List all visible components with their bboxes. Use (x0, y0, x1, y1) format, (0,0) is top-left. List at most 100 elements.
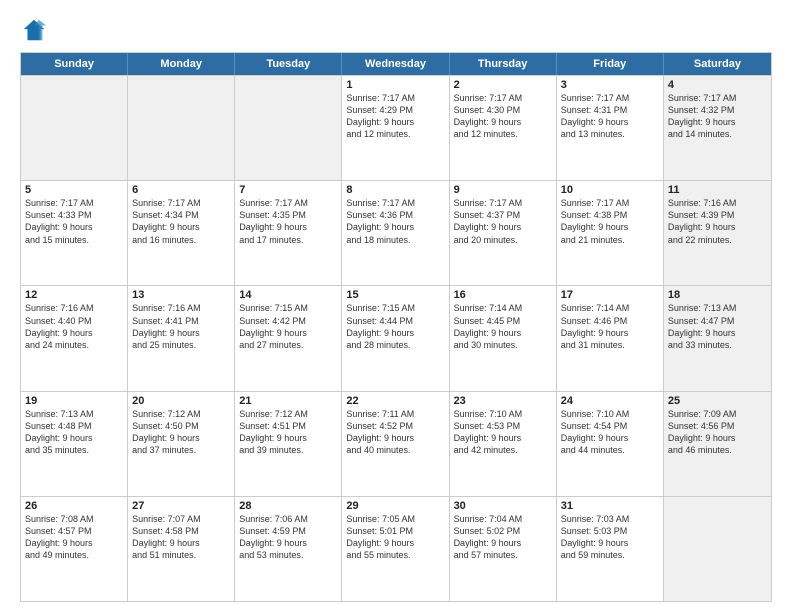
day-number: 14 (239, 289, 337, 301)
day-number: 28 (239, 500, 337, 512)
table-row (235, 76, 342, 180)
table-row: 30Sunrise: 7:04 AM Sunset: 5:02 PM Dayli… (450, 497, 557, 601)
day-info: Sunrise: 7:17 AM Sunset: 4:29 PM Dayligh… (346, 92, 444, 141)
day-number: 15 (346, 289, 444, 301)
calendar-header-monday: Monday (128, 53, 235, 75)
day-number: 3 (561, 79, 659, 91)
day-info: Sunrise: 7:04 AM Sunset: 5:02 PM Dayligh… (454, 513, 552, 562)
day-info: Sunrise: 7:16 AM Sunset: 4:39 PM Dayligh… (668, 197, 767, 246)
day-number: 11 (668, 184, 767, 196)
day-number: 5 (25, 184, 123, 196)
table-row: 13Sunrise: 7:16 AM Sunset: 4:41 PM Dayli… (128, 286, 235, 390)
day-info: Sunrise: 7:06 AM Sunset: 4:59 PM Dayligh… (239, 513, 337, 562)
table-row: 12Sunrise: 7:16 AM Sunset: 4:40 PM Dayli… (21, 286, 128, 390)
day-number: 6 (132, 184, 230, 196)
day-info: Sunrise: 7:14 AM Sunset: 4:45 PM Dayligh… (454, 302, 552, 351)
table-row: 20Sunrise: 7:12 AM Sunset: 4:50 PM Dayli… (128, 392, 235, 496)
calendar-header-wednesday: Wednesday (342, 53, 449, 75)
calendar-header-thursday: Thursday (450, 53, 557, 75)
day-number: 2 (454, 79, 552, 91)
day-info: Sunrise: 7:15 AM Sunset: 4:42 PM Dayligh… (239, 302, 337, 351)
day-number: 19 (25, 395, 123, 407)
calendar-week-3: 12Sunrise: 7:16 AM Sunset: 4:40 PM Dayli… (21, 285, 771, 390)
day-info: Sunrise: 7:10 AM Sunset: 4:53 PM Dayligh… (454, 408, 552, 457)
day-number: 27 (132, 500, 230, 512)
day-number: 10 (561, 184, 659, 196)
day-info: Sunrise: 7:05 AM Sunset: 5:01 PM Dayligh… (346, 513, 444, 562)
day-info: Sunrise: 7:17 AM Sunset: 4:36 PM Dayligh… (346, 197, 444, 246)
table-row: 29Sunrise: 7:05 AM Sunset: 5:01 PM Dayli… (342, 497, 449, 601)
day-info: Sunrise: 7:16 AM Sunset: 4:40 PM Dayligh… (25, 302, 123, 351)
table-row (664, 497, 771, 601)
logo-icon (20, 16, 48, 44)
table-row: 14Sunrise: 7:15 AM Sunset: 4:42 PM Dayli… (235, 286, 342, 390)
calendar-header-sunday: Sunday (21, 53, 128, 75)
day-number: 13 (132, 289, 230, 301)
day-info: Sunrise: 7:07 AM Sunset: 4:58 PM Dayligh… (132, 513, 230, 562)
day-info: Sunrise: 7:12 AM Sunset: 4:50 PM Dayligh… (132, 408, 230, 457)
day-number: 17 (561, 289, 659, 301)
table-row: 27Sunrise: 7:07 AM Sunset: 4:58 PM Dayli… (128, 497, 235, 601)
table-row: 25Sunrise: 7:09 AM Sunset: 4:56 PM Dayli… (664, 392, 771, 496)
day-info: Sunrise: 7:17 AM Sunset: 4:30 PM Dayligh… (454, 92, 552, 141)
day-info: Sunrise: 7:16 AM Sunset: 4:41 PM Dayligh… (132, 302, 230, 351)
page-header (20, 16, 772, 44)
day-number: 8 (346, 184, 444, 196)
day-info: Sunrise: 7:13 AM Sunset: 4:48 PM Dayligh… (25, 408, 123, 457)
table-row: 19Sunrise: 7:13 AM Sunset: 4:48 PM Dayli… (21, 392, 128, 496)
table-row: 8Sunrise: 7:17 AM Sunset: 4:36 PM Daylig… (342, 181, 449, 285)
calendar-week-4: 19Sunrise: 7:13 AM Sunset: 4:48 PM Dayli… (21, 391, 771, 496)
day-number: 21 (239, 395, 337, 407)
day-info: Sunrise: 7:08 AM Sunset: 4:57 PM Dayligh… (25, 513, 123, 562)
day-info: Sunrise: 7:03 AM Sunset: 5:03 PM Dayligh… (561, 513, 659, 562)
table-row: 7Sunrise: 7:17 AM Sunset: 4:35 PM Daylig… (235, 181, 342, 285)
table-row (128, 76, 235, 180)
calendar-header: SundayMondayTuesdayWednesdayThursdayFrid… (21, 53, 771, 75)
day-info: Sunrise: 7:17 AM Sunset: 4:31 PM Dayligh… (561, 92, 659, 141)
day-number: 16 (454, 289, 552, 301)
table-row: 31Sunrise: 7:03 AM Sunset: 5:03 PM Dayli… (557, 497, 664, 601)
table-row: 1Sunrise: 7:17 AM Sunset: 4:29 PM Daylig… (342, 76, 449, 180)
table-row: 10Sunrise: 7:17 AM Sunset: 4:38 PM Dayli… (557, 181, 664, 285)
day-number: 30 (454, 500, 552, 512)
table-row: 28Sunrise: 7:06 AM Sunset: 4:59 PM Dayli… (235, 497, 342, 601)
table-row: 26Sunrise: 7:08 AM Sunset: 4:57 PM Dayli… (21, 497, 128, 601)
day-number: 31 (561, 500, 659, 512)
day-number: 26 (25, 500, 123, 512)
day-number: 22 (346, 395, 444, 407)
table-row: 9Sunrise: 7:17 AM Sunset: 4:37 PM Daylig… (450, 181, 557, 285)
table-row: 11Sunrise: 7:16 AM Sunset: 4:39 PM Dayli… (664, 181, 771, 285)
day-info: Sunrise: 7:17 AM Sunset: 4:35 PM Dayligh… (239, 197, 337, 246)
day-info: Sunrise: 7:14 AM Sunset: 4:46 PM Dayligh… (561, 302, 659, 351)
day-info: Sunrise: 7:15 AM Sunset: 4:44 PM Dayligh… (346, 302, 444, 351)
table-row: 6Sunrise: 7:17 AM Sunset: 4:34 PM Daylig… (128, 181, 235, 285)
day-number: 29 (346, 500, 444, 512)
table-row: 17Sunrise: 7:14 AM Sunset: 4:46 PM Dayli… (557, 286, 664, 390)
table-row: 3Sunrise: 7:17 AM Sunset: 4:31 PM Daylig… (557, 76, 664, 180)
day-info: Sunrise: 7:17 AM Sunset: 4:38 PM Dayligh… (561, 197, 659, 246)
day-info: Sunrise: 7:13 AM Sunset: 4:47 PM Dayligh… (668, 302, 767, 351)
day-number: 18 (668, 289, 767, 301)
calendar-header-tuesday: Tuesday (235, 53, 342, 75)
logo (20, 16, 52, 44)
table-row: 22Sunrise: 7:11 AM Sunset: 4:52 PM Dayli… (342, 392, 449, 496)
day-info: Sunrise: 7:17 AM Sunset: 4:37 PM Dayligh… (454, 197, 552, 246)
table-row: 5Sunrise: 7:17 AM Sunset: 4:33 PM Daylig… (21, 181, 128, 285)
table-row: 18Sunrise: 7:13 AM Sunset: 4:47 PM Dayli… (664, 286, 771, 390)
calendar-week-1: 1Sunrise: 7:17 AM Sunset: 4:29 PM Daylig… (21, 75, 771, 180)
day-info: Sunrise: 7:09 AM Sunset: 4:56 PM Dayligh… (668, 408, 767, 457)
calendar-week-2: 5Sunrise: 7:17 AM Sunset: 4:33 PM Daylig… (21, 180, 771, 285)
day-info: Sunrise: 7:17 AM Sunset: 4:34 PM Dayligh… (132, 197, 230, 246)
calendar-header-saturday: Saturday (664, 53, 771, 75)
day-number: 7 (239, 184, 337, 196)
table-row: 24Sunrise: 7:10 AM Sunset: 4:54 PM Dayli… (557, 392, 664, 496)
day-number: 9 (454, 184, 552, 196)
calendar-body: 1Sunrise: 7:17 AM Sunset: 4:29 PM Daylig… (21, 75, 771, 601)
day-number: 4 (668, 79, 767, 91)
table-row: 2Sunrise: 7:17 AM Sunset: 4:30 PM Daylig… (450, 76, 557, 180)
day-number: 23 (454, 395, 552, 407)
table-row: 23Sunrise: 7:10 AM Sunset: 4:53 PM Dayli… (450, 392, 557, 496)
day-info: Sunrise: 7:10 AM Sunset: 4:54 PM Dayligh… (561, 408, 659, 457)
day-number: 1 (346, 79, 444, 91)
day-number: 25 (668, 395, 767, 407)
